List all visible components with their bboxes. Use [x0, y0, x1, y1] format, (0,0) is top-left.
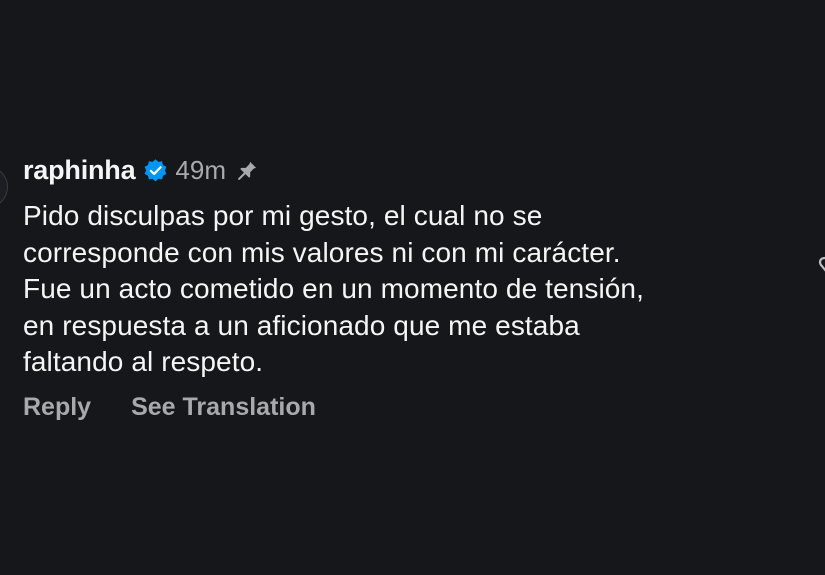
verified-badge-icon	[145, 159, 167, 182]
comment-text-line: faltando al respeto.	[23, 346, 264, 377]
comment-text: Pido disculpas por mi gesto, el cual no …	[23, 198, 803, 381]
comment-text-line: corresponde con mis valores ni con mi ca…	[23, 236, 621, 268]
username[interactable]: raphinha	[23, 155, 136, 186]
comment-actions: Reply See Translation	[23, 393, 803, 422]
heart-icon[interactable]	[817, 252, 825, 276]
pin-icon	[238, 161, 257, 180]
comment-text-line: Fue un acto cometido en un momento de te…	[23, 273, 644, 304]
comment-text-line: Pido disculpas por mi gesto, el cual no …	[23, 200, 543, 231]
comment-text-line: en respuesta a un aficionado que me esta…	[23, 309, 580, 341]
see-translation-button[interactable]: See Translation	[131, 393, 316, 422]
timestamp: 49m	[175, 154, 226, 185]
comment: raphinha 49m Pido disculpas por mi gesto…	[23, 150, 803, 422]
reply-button[interactable]: Reply	[23, 393, 91, 422]
comment-header: raphinha 49m	[23, 150, 803, 190]
avatar[interactable]	[0, 166, 8, 208]
comment-screen: raphinha 49m Pido disculpas por mi gesto…	[0, 0, 825, 575]
